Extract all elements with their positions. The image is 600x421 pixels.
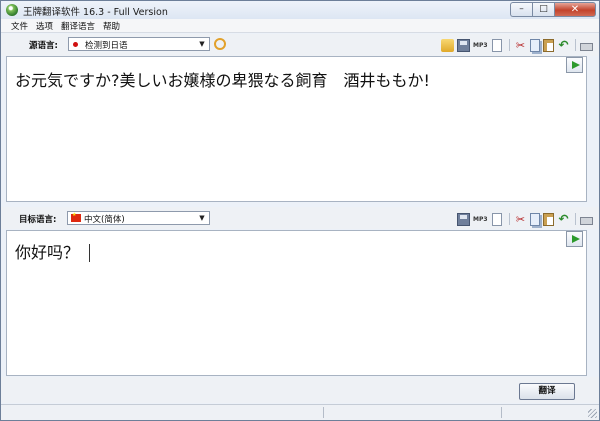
- source-text: お元気ですか?美しいお嬢様の卑猥なる飼育 酒井ももか!: [15, 71, 430, 90]
- paste-icon[interactable]: [543, 38, 554, 52]
- play-source-button[interactable]: [566, 57, 583, 73]
- target-language-label: 目标语言:: [19, 215, 57, 225]
- cut-icon[interactable]: ✂: [514, 39, 527, 52]
- menu-bar: 文件 选项 翻译语言 帮助: [1, 19, 599, 33]
- target-icon-toolbar: MP3 ✂ ↶: [457, 212, 596, 226]
- title-bar[interactable]: 王牌翻译软件 16.3 - Full Version – □ ✕: [1, 1, 599, 19]
- refresh-detect-icon[interactable]: [214, 38, 226, 50]
- text-caret: [89, 244, 91, 262]
- menu-file[interactable]: 文件: [7, 19, 32, 32]
- copy-icon[interactable]: [530, 212, 540, 226]
- action-bar: [1, 377, 599, 403]
- mp3-icon[interactable]: MP3: [473, 39, 488, 52]
- save-icon[interactable]: [457, 212, 470, 226]
- window-controls: – □ ✕: [510, 2, 596, 17]
- chevron-down-icon: ▼: [199, 40, 205, 48]
- china-flag-icon: [71, 212, 81, 222]
- target-language-value: 中文(简体): [84, 215, 125, 225]
- undo-icon[interactable]: ↶: [557, 39, 570, 52]
- toolbar-separator: [509, 213, 510, 225]
- maximize-button[interactable]: □: [532, 2, 554, 17]
- window-title: 王牌翻译软件 16.3 - Full Version: [23, 7, 168, 18]
- menu-help[interactable]: 帮助: [99, 19, 124, 32]
- app-globe-icon: [6, 4, 18, 16]
- status-separator: [501, 407, 502, 418]
- chevron-down-icon: ▼: [199, 214, 205, 222]
- undo-icon[interactable]: ↶: [557, 213, 570, 226]
- mp3-icon[interactable]: MP3: [473, 213, 488, 226]
- source-language-label: 源语言:: [29, 41, 58, 51]
- copy-icon[interactable]: [530, 38, 540, 52]
- cut-icon[interactable]: ✂: [514, 213, 527, 226]
- source-text-area[interactable]: お元気ですか?美しいお嬢様の卑猥なる飼育 酒井ももか!: [6, 56, 587, 202]
- source-toolbar: 源语言: 检测到日语 ▼ MP3 ✂ ↶: [1, 34, 599, 56]
- target-language-select[interactable]: 中文(简体) ▼: [67, 211, 210, 225]
- toolbar-separator: [575, 213, 576, 225]
- open-folder-icon[interactable]: [441, 38, 454, 52]
- status-separator: [323, 407, 324, 418]
- main-window: 王牌翻译软件 16.3 - Full Version – □ ✕ 文件 选项 翻…: [0, 0, 600, 421]
- target-text-area[interactable]: 你好吗？: [6, 230, 587, 376]
- target-text-line: 你好吗？: [15, 239, 91, 263]
- translate-button[interactable]: 翻译: [519, 383, 575, 400]
- menu-translate-language[interactable]: 翻译语言: [57, 19, 99, 32]
- source-language-select[interactable]: 检测到日语 ▼: [68, 37, 210, 51]
- toolbar-separator: [509, 39, 510, 51]
- source-language-value: 检测到日语: [85, 41, 128, 51]
- target-text: 你好吗？: [15, 243, 80, 262]
- document-icon[interactable]: [492, 38, 502, 52]
- toolbar-separator: [575, 39, 576, 51]
- paste-icon[interactable]: [543, 212, 554, 226]
- play-target-button[interactable]: [566, 231, 583, 247]
- print-icon[interactable]: [580, 42, 593, 51]
- target-toolbar: 目标语言: 中文(简体) ▼ MP3 ✂ ↶: [1, 207, 599, 229]
- resize-grip-icon[interactable]: [588, 409, 597, 418]
- menu-options[interactable]: 选项: [32, 19, 57, 32]
- close-button[interactable]: ✕: [554, 2, 596, 17]
- save-icon[interactable]: [457, 38, 470, 52]
- minimize-button[interactable]: –: [510, 2, 532, 17]
- status-bar: [1, 404, 599, 420]
- document-icon[interactable]: [492, 212, 502, 226]
- print-icon[interactable]: [580, 216, 593, 225]
- detected-language-icon: [73, 42, 78, 47]
- source-icon-toolbar: MP3 ✂ ↶: [441, 38, 596, 52]
